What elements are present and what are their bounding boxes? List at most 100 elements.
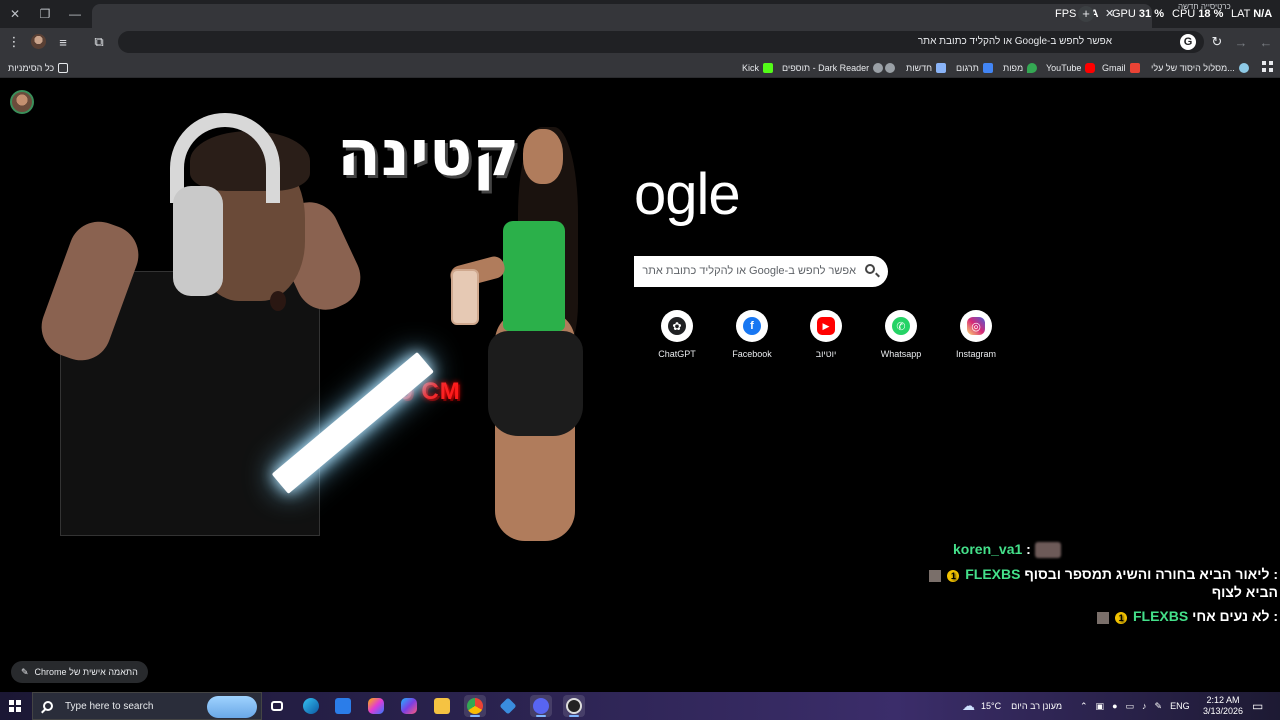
chat-line-3: : לא נעים אחי FLEXBS 1 [948,608,1278,624]
bookmark-maps[interactable]: מפות [1003,61,1038,75]
folder-icon [58,63,69,73]
windows-start-icon[interactable] [9,700,21,712]
chat-username: FLEXBS [1132,608,1189,625]
apps-grid-icon[interactable] [1262,61,1273,72]
stream-thumbnail: קטינה 29 CM [33,91,600,541]
clock[interactable]: 2:12 AM 3/13/2026 [1200,695,1246,717]
back-icon[interactable]: ← [1253,28,1279,56]
bookmark-news[interactable]: חדשות [906,61,947,75]
reading-list-icon[interactable]: ≡ [50,28,76,56]
task-view-icon[interactable] [266,695,288,717]
weather-widget[interactable]: ☁ 15°C מעונן רב היום [962,692,1062,720]
shortcut-youtube[interactable]: ▶ יוטיוב [791,310,861,359]
microphone-icon[interactable]: ● [1112,701,1117,711]
woman-shorts [488,331,583,436]
reload-icon[interactable]: ↻ [1204,28,1230,56]
bookmark-label: תרגום [956,63,979,73]
user-badge-icon [1097,611,1110,624]
discord-icon[interactable] [530,695,552,717]
sub-badge-icon: 1 [947,569,960,582]
close-window-icon[interactable]: ✕ [0,0,30,28]
chat-message: : לא נעים אחי [1192,608,1278,625]
volume-icon[interactable]: ♪ [1142,701,1147,711]
edge-icon[interactable] [300,695,322,717]
customize-chrome-button[interactable]: התאמה אישית של Chrome ✎ [11,661,148,683]
copilot-icon[interactable] [365,695,387,717]
whatsapp-icon: ✆ [885,310,917,342]
all-bookmarks-label: כל הסימניות [8,63,55,73]
bookmark-youtube[interactable]: YouTube [1046,61,1096,75]
shortcut-label: Facebook [732,349,772,359]
all-bookmarks[interactable]: כל הסימניות [8,61,69,75]
taskbar-search[interactable]: Type here to search [32,692,262,720]
system-tray: ⌃ ▣ ● ▭ ♪ ✎ ENG [1080,692,1190,720]
chat-line-2b: הביא לצוף [1211,584,1278,601]
app-diamond-icon[interactable] [497,695,519,717]
tray-app-icon[interactable]: ▣ [1096,701,1105,712]
bookmark-course[interactable]: מסלול היסוד של עלי... [1151,61,1249,75]
lat-label: LAT [1231,8,1251,20]
shortcut-instagram[interactable]: ◎ Instagram [941,310,1011,359]
maps-icon [1027,63,1038,73]
tab-strip [92,4,1152,28]
bookmark-label: Gmail [1102,63,1126,73]
language-indicator[interactable]: ENG [1170,701,1190,711]
woman-top [503,221,565,331]
shortcut-label: ChatGPT [658,349,696,359]
facebook-icon: f [736,310,768,342]
shortcut-chatgpt[interactable]: ✿ ChatGPT [642,310,712,359]
obs-icon[interactable] [563,695,585,717]
puzzle-icon [873,63,884,73]
bookmark-label: מפות [1003,63,1024,73]
search-icon[interactable] [865,264,875,274]
search-icon [43,701,53,711]
search-placeholder: אפשר לחפש ב-Google או להקליד כתובת אתר [642,265,856,277]
emote-image [1034,542,1061,559]
new-tab-button[interactable]: + [1078,6,1094,22]
bookmark-dark-reader[interactable]: תוספים - Dark Reader [782,61,884,75]
bookmark-label: חדשות [906,63,933,73]
shortcut-facebook[interactable]: f Facebook [717,310,787,359]
instagram-icon: ◎ [960,310,992,342]
google-search-box[interactable]: אפשר לחפש ב-Google או להקליד כתובת אתר [634,256,888,287]
woman-face [523,129,563,184]
search-highlight-image [207,696,257,718]
chat-username: FLEXBS [965,566,1021,583]
file-explorer-icon[interactable] [431,695,453,717]
notifications-icon[interactable]: ▭ [1252,692,1263,720]
bookmark-translate[interactable]: תרגום [956,61,993,75]
restore-window-icon[interactable]: ❐ [30,0,60,28]
profile-avatar-small[interactable] [31,34,46,49]
bookmark-label: YouTube [1046,63,1082,73]
title-bar: ✕ ❐ — FPS N/A + ✕ GPU 31 % CPU 18 % כרטי… [0,0,1280,28]
cloud-icon: ☁ [962,698,975,713]
chrome-icon[interactable] [464,695,486,717]
network-icon[interactable]: ▭ [1126,701,1135,712]
extensions-icon[interactable]: ⧉ [86,28,112,56]
menu-kebab-icon[interactable]: ⋮ [1,28,27,56]
lat-value: N/A [1253,8,1273,20]
gpu-value: 31 % [1138,8,1164,20]
minimize-window-icon[interactable]: — [60,0,90,28]
chat-message: : ליאור הביא בחורה והשיג תמספר ובסוף [1024,566,1278,583]
fps-label: FPS [1055,8,1077,20]
user-badge-icon [929,569,942,582]
clock-time: 2:12 AM [1206,695,1240,705]
taskbar-search-placeholder: Type here to search [65,700,154,712]
chevron-up-icon[interactable]: ⌃ [1080,701,1088,712]
store-icon[interactable] [332,695,354,717]
tab-title[interactable]: כרטיסייה חדשה [1178,2,1231,11]
bookmark-gmail[interactable]: Gmail [1102,61,1140,75]
forward-icon[interactable]: → [1228,28,1254,56]
bookmark-globe[interactable] [885,61,895,75]
chat-separator: : [1026,541,1031,557]
address-bar[interactable]: אפשר לחפש ב-Google או להקליד כתובת אתר [118,31,1204,53]
shortcut-label: Whatsapp [880,349,922,359]
pen-icon[interactable]: ✎ [1155,701,1163,712]
course-icon [1238,63,1249,73]
shortcut-whatsapp[interactable]: ✆ Whatsapp [866,310,936,359]
bookmark-kick[interactable]: Kick [742,61,774,75]
gmail-icon [1129,63,1140,73]
thumbnail-title: קטינה [337,117,520,191]
m365-icon[interactable] [398,695,420,717]
